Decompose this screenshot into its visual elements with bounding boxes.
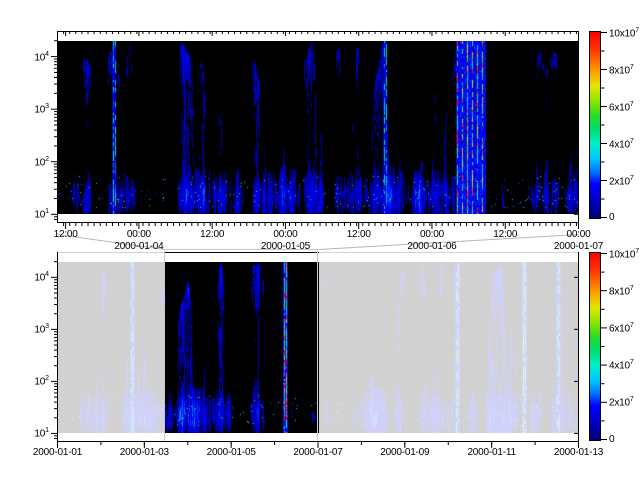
x-tick-label: 2000-01-11 — [467, 447, 515, 458]
y-tick-label: 102 — [0, 156, 49, 168]
colorbar-tick-label: 4x107 — [609, 138, 634, 150]
x-tick-label: 12:00 — [54, 229, 78, 240]
selection-region[interactable] — [164, 249, 318, 441]
x-tick-label: 2000-01-03 — [120, 447, 169, 458]
x-tick-label: 00:00 — [127, 229, 151, 240]
x-tick-label: 2000-01-01 — [33, 447, 82, 458]
colorbar-tick-label: 8x107 — [609, 285, 634, 297]
detail-colorbar-gradient — [590, 32, 600, 218]
x-date-label: 2000-01-05 — [261, 241, 310, 252]
x-date-label: 2000-01-06 — [407, 241, 456, 252]
spectrogram-figure: 12:0000:002000-01-0412:0000:002000-01-05… — [0, 0, 640, 480]
y-tick-label: 102 — [0, 375, 49, 387]
colorbar-tick-label: 4x107 — [609, 359, 634, 371]
colorbar-tick-label: 6x107 — [609, 322, 634, 334]
x-tick-label: 2000-01-05 — [207, 447, 256, 458]
y-tick-label: 104 — [0, 271, 49, 283]
x-tick-label: 2000-01-13 — [554, 447, 603, 458]
overview-dimmed-region-left — [58, 252, 164, 434]
detail-spectrogram-canvas[interactable] — [58, 41, 578, 214]
x-tick-label: 00:00 — [420, 229, 444, 240]
y-tick-label: 103 — [0, 103, 49, 115]
x-tick-label: 2000-01-09 — [380, 447, 429, 458]
colorbar-tick-label: 10x107 — [609, 27, 639, 39]
x-tick-label: 00:00 — [566, 229, 590, 240]
colorbar-tick-label: 2x107 — [609, 175, 634, 187]
y-tick-label: 101 — [0, 208, 49, 220]
overview-dimmed-region-right — [319, 252, 578, 434]
colorbar-tick-label: 6x107 — [609, 101, 634, 113]
x-tick-label: 00:00 — [273, 229, 297, 240]
overview-colorbar-gradient — [590, 253, 600, 440]
colorbar-tick-label: 0 — [609, 434, 614, 445]
y-tick-label: 103 — [0, 323, 49, 335]
y-tick-label: 104 — [0, 51, 49, 63]
x-tick-label: 2000-01-07 — [293, 447, 342, 458]
colorbar-tick-label: 2x107 — [609, 396, 634, 408]
x-date-label: 2000-01-04 — [114, 241, 163, 252]
y-tick-label: 101 — [0, 427, 49, 439]
colorbar-tick-label: 10x107 — [609, 248, 639, 260]
x-tick-label: 12:00 — [493, 229, 517, 240]
colorbar-tick-label: 8x107 — [609, 64, 634, 76]
x-tick-label: 12:00 — [200, 229, 224, 240]
x-date-label: 2000-01-07 — [554, 241, 603, 252]
x-tick-label: 12:00 — [347, 229, 371, 240]
colorbar-tick-label: 0 — [609, 212, 614, 223]
